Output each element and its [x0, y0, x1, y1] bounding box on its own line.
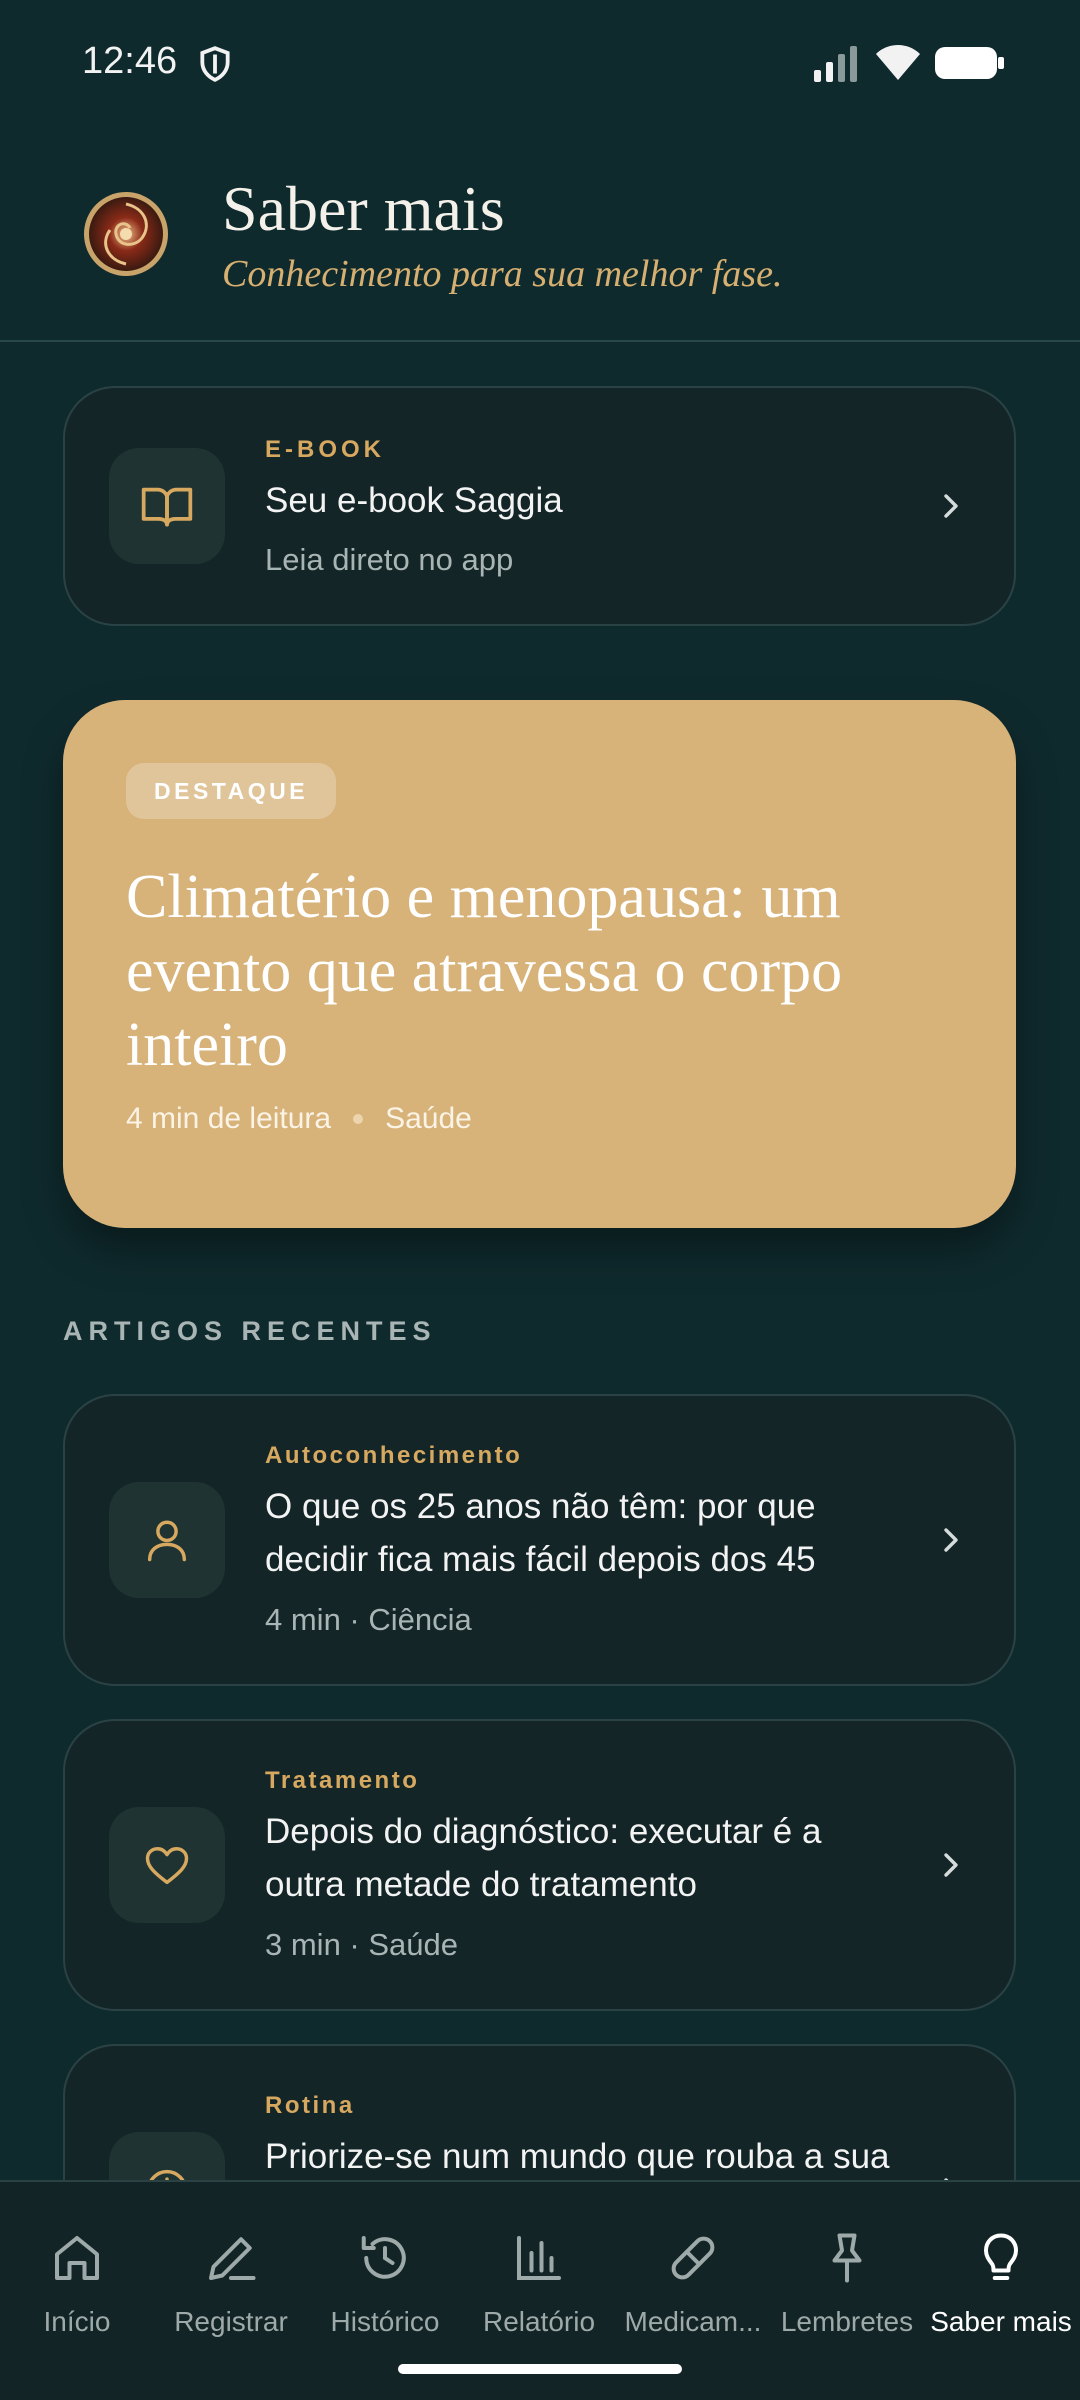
pencil-icon	[209, 2237, 256, 2280]
person-icon	[147, 1520, 187, 1562]
header: Saber mais Conhecimento para sua melhor …	[0, 128, 1080, 342]
pill-icon	[671, 2236, 715, 2280]
battery-icon	[935, 47, 1004, 79]
home-icon	[55, 2236, 99, 2280]
article-card[interactable]: Rotina Priorize-se num mundo que rouba a…	[63, 2044, 1016, 2180]
article-card[interactable]: Autoconhecimento O que os 25 anos não tê…	[63, 1394, 1016, 1686]
chevron-right-icon	[944, 1853, 958, 1877]
featured-title: Climatério e menopausa: um evento que at…	[126, 863, 843, 1079]
section-label-recent: ARTIGOS RECENTES	[63, 1316, 437, 1346]
status-time: 12:46	[82, 40, 178, 82]
nav-label: Início	[43, 2306, 111, 2337]
app-logo	[84, 192, 168, 276]
history-icon	[361, 2236, 406, 2279]
home-indicator[interactable]	[398, 2364, 682, 2374]
nav-item-medicamentos[interactable]: Medicam...	[616, 2182, 770, 2372]
nav-label: Saber mais	[930, 2306, 1072, 2337]
ebook-kicker: E-BOOK	[265, 436, 385, 463]
nav-item-historico[interactable]: Histórico	[308, 2182, 462, 2372]
article-icon-box	[109, 1807, 225, 1923]
article-title: Priorize-se num mundo que rouba a sua	[265, 2137, 890, 2176]
nav-item-inicio[interactable]: Início	[0, 2182, 154, 2372]
nav-label: Relatório	[482, 2306, 596, 2337]
ebook-icon-box	[109, 448, 225, 564]
shield-icon	[200, 46, 230, 82]
article-icon-box	[109, 2132, 225, 2180]
wifi-icon	[876, 45, 920, 80]
pin-icon	[832, 2233, 862, 2283]
article-icon-box	[109, 1482, 225, 1598]
lightbulb-icon	[984, 2233, 1018, 2280]
chevron-right-icon	[944, 1528, 958, 1552]
meta-separator-dot	[353, 1114, 364, 1124]
article-title: Depois do diagnóstico: executar é a outr…	[265, 1812, 822, 1904]
ebook-title: Seu e-book Saggia	[265, 481, 563, 520]
screen: 12:46 Saber mais Conhecimento para sua m…	[0, 0, 1080, 2400]
book-open-icon	[141, 487, 193, 527]
nav-label: Lembretes	[780, 2306, 914, 2337]
article-meta: 3 min · Saúde	[265, 1927, 458, 1962]
featured-read-time: 4 min de leitura	[126, 1102, 332, 1135]
nav-item-saber-mais[interactable]: Saber mais	[924, 2182, 1078, 2372]
page-title: Saber mais	[222, 173, 505, 244]
nav-label: Registrar	[174, 2306, 288, 2337]
chevron-right-icon	[944, 494, 958, 518]
featured-meta: 4 min de leitura Saúde	[126, 1102, 472, 1136]
clock-icon	[149, 2169, 185, 2180]
nav-label: Medicam...	[624, 2306, 762, 2337]
featured-article-card[interactable]: DESTAQUE Climatério e menopausa: um even…	[63, 700, 1016, 1228]
featured-badge: DESTAQUE	[126, 763, 337, 819]
nav-item-registrar[interactable]: Registrar	[154, 2182, 308, 2372]
status-bar: 12:46	[0, 0, 1080, 128]
article-category: Tratamento	[265, 1767, 420, 1794]
article-title: O que os 25 anos não têm: por que decidi…	[265, 1487, 816, 1579]
article-category: Autoconhecimento	[265, 1442, 523, 1469]
content-scroll[interactable]: E-BOOK Seu e-book Saggia Leia direto no …	[0, 344, 1080, 2180]
heart-icon	[145, 1847, 189, 1885]
page-subtitle: Conhecimento para sua melhor fase.	[222, 253, 783, 295]
featured-category: Saúde	[385, 1102, 472, 1135]
nav-item-lembretes[interactable]: Lembretes	[770, 2182, 924, 2372]
bar-chart-icon	[517, 2236, 561, 2280]
nav-label: Histórico	[330, 2306, 440, 2337]
article-card[interactable]: Tratamento Depois do diagnóstico: execut…	[63, 1719, 1016, 2011]
ebook-meta: Leia direto no app	[265, 542, 514, 577]
chevron-right-icon	[944, 2178, 949, 2180]
article-meta: 4 min · Ciência	[265, 1602, 472, 1637]
signal-icon	[814, 46, 857, 82]
nav-item-relatorio[interactable]: Relatório	[462, 2182, 616, 2372]
article-category: Rotina	[265, 2092, 355, 2119]
ebook-card[interactable]: E-BOOK Seu e-book Saggia Leia direto no …	[63, 386, 1016, 626]
